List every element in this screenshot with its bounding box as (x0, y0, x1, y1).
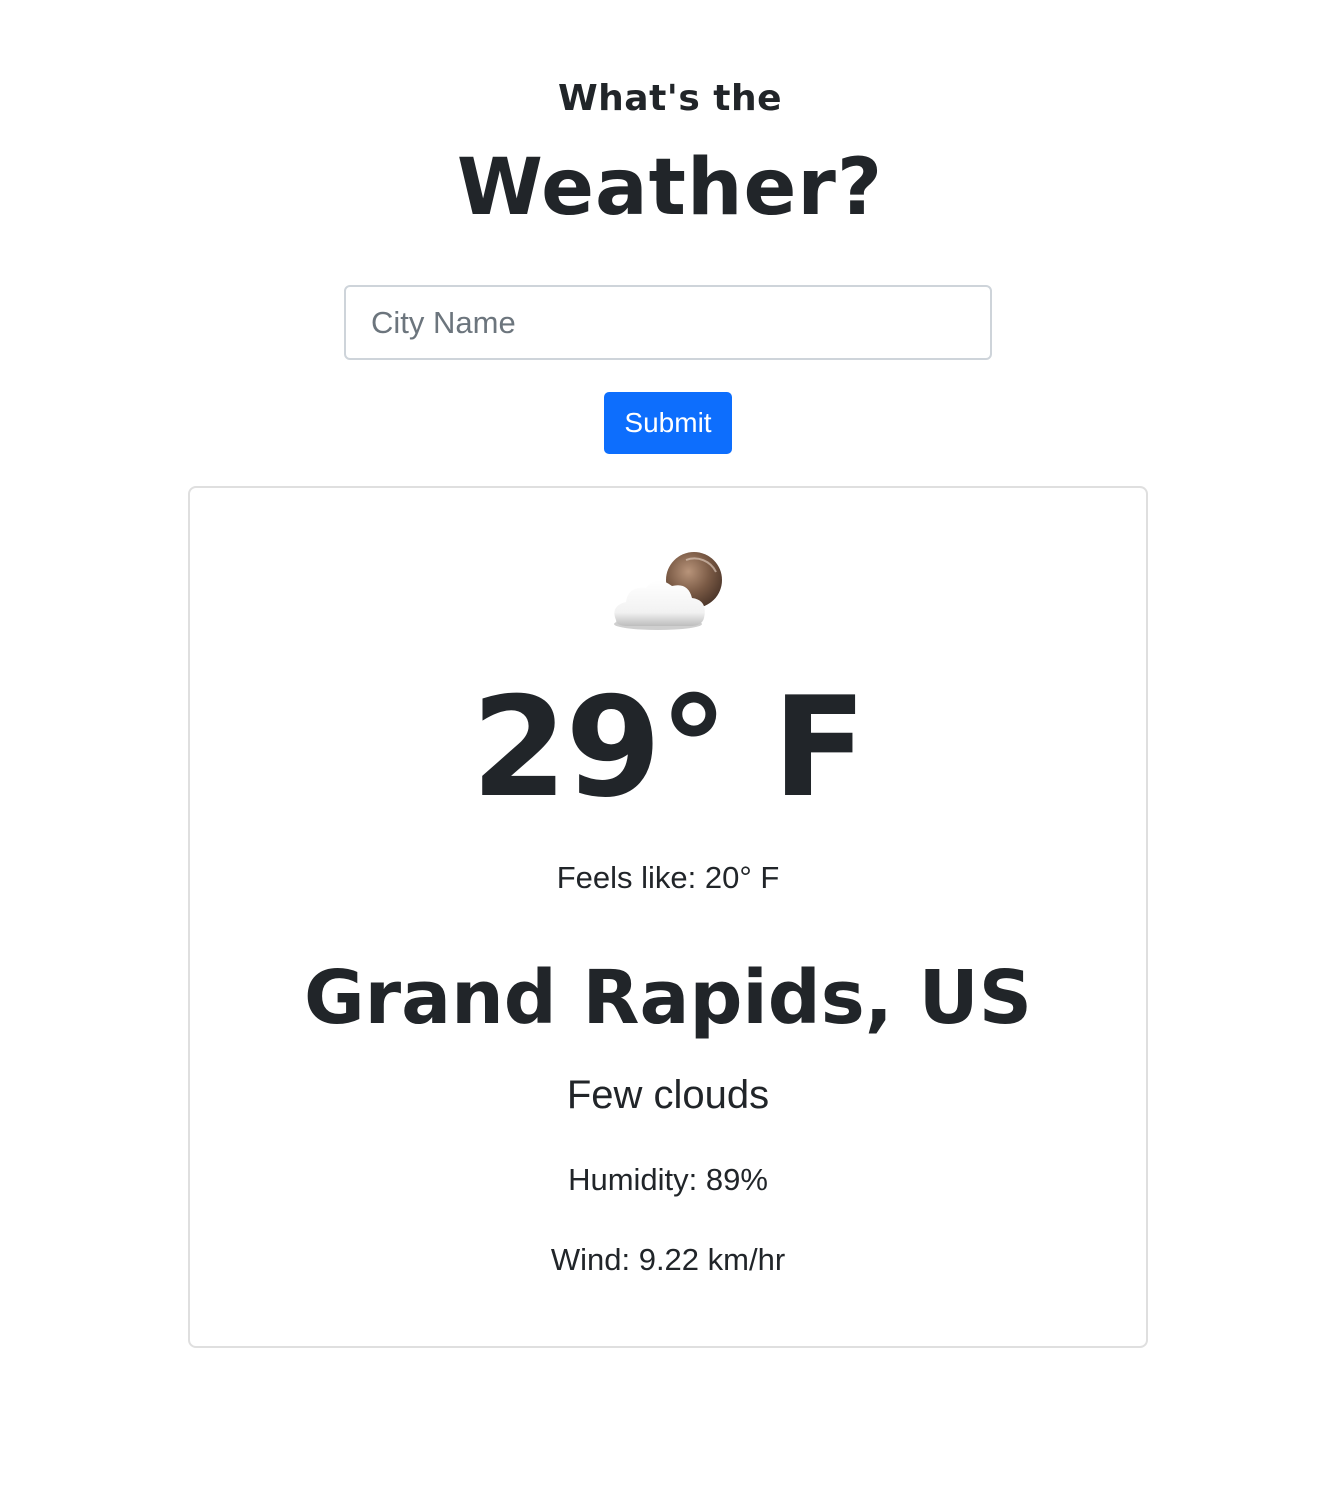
humidity: Humidity: 89% (568, 1162, 768, 1197)
app-title: Weather? (456, 143, 884, 233)
location-name: Grand Rapids, US (303, 955, 1033, 1041)
wind-speed: Wind: 9.22 km/hr (550, 1242, 786, 1277)
submit-button[interactable]: Submit (604, 392, 732, 454)
temperature: 29° F (471, 667, 866, 828)
few-clouds-night-icon (606, 546, 734, 634)
weather-description: Few clouds (566, 1073, 770, 1117)
city-name-input[interactable] (344, 285, 992, 360)
app-subtitle: What's the (557, 78, 783, 119)
weather-card: 29° F Feels like: 20° F Grand Rapids, US… (188, 486, 1148, 1348)
weather-app: What's the Weather? Submit (0, 0, 1340, 1504)
feels-like: Feels like: 20° F (556, 860, 780, 895)
